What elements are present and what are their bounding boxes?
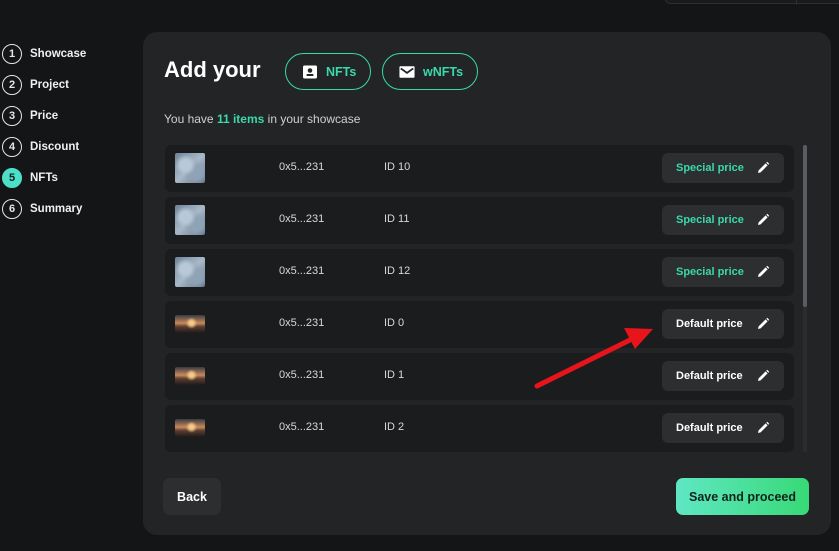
step-project[interactable]: 2 Project [2, 69, 86, 100]
token-id: ID 10 [384, 161, 411, 173]
step-number: 4 [2, 136, 22, 157]
summary-prefix: You have [164, 112, 214, 126]
price-label: Default price [676, 422, 743, 434]
nft-thumbnail [175, 367, 205, 385]
default-price-button[interactable]: Default price [662, 361, 784, 391]
pencil-icon [758, 317, 770, 329]
step-label: Showcase [30, 47, 87, 60]
token-id: ID 12 [384, 265, 411, 277]
step-summary[interactable]: 6 Summary [2, 193, 86, 224]
step-number: 2 [2, 74, 22, 95]
step-label: NFTs [30, 171, 58, 184]
top-dropdown-divider [796, 0, 797, 5]
envelope-icon [399, 65, 415, 78]
scrollbar-thumb[interactable] [803, 145, 807, 307]
price-label: Special price [676, 266, 744, 278]
nft-thumbnail [175, 205, 205, 235]
token-id: ID 1 [384, 369, 405, 381]
default-price-button[interactable]: Default price [662, 309, 784, 339]
default-price-button[interactable]: Default price [662, 413, 784, 443]
tab-nfts[interactable]: NFTs [285, 53, 372, 90]
save-and-proceed-button[interactable]: Save and proceed [676, 478, 809, 515]
id-card-icon [303, 65, 317, 78]
step-label: Project [30, 78, 69, 91]
tab-wnfts[interactable]: wNFTs [382, 53, 479, 90]
token-id: ID 11 [384, 213, 410, 225]
step-number: 6 [2, 198, 22, 219]
contract-address: 0x5...231 [279, 161, 325, 173]
step-discount[interactable]: 4 Discount [2, 131, 86, 162]
step-label: Discount [30, 140, 80, 153]
back-button[interactable]: Back [163, 478, 221, 515]
step-number: 5 [2, 167, 22, 188]
list-scrollbar[interactable] [803, 145, 807, 452]
special-price-button[interactable]: Special price [662, 153, 784, 183]
price-label: Default price [676, 318, 743, 330]
items-count-text: You have 11 items in your showcase [164, 112, 360, 126]
price-label: Default price [676, 370, 743, 382]
nft-thumbnail [175, 153, 205, 183]
list-item: 0x5...231 ID 1 Default price [165, 353, 794, 400]
price-label: Special price [676, 162, 744, 174]
top-dropdown[interactable] [665, 0, 839, 5]
contract-address: 0x5...231 [279, 369, 325, 381]
pencil-icon [758, 369, 770, 381]
list-item: 0x5...231 ID 2 Default price [165, 405, 794, 452]
nft-thumbnail [175, 419, 205, 437]
list-item: 0x5...231 ID 10 Special price [165, 145, 794, 192]
nft-thumbnail [175, 257, 205, 287]
token-id: ID 0 [384, 317, 405, 329]
nft-list[interactable]: 0x5...231 ID 10 Special price 0x5...231 … [165, 145, 794, 452]
contract-address: 0x5...231 [279, 421, 325, 433]
list-item: 0x5...231 ID 0 Default price [165, 301, 794, 348]
tab-label: NFTs [326, 64, 357, 79]
step-number: 1 [2, 43, 22, 64]
special-price-button[interactable]: Special price [662, 257, 784, 287]
nft-thumbnail [175, 315, 205, 333]
step-number: 3 [2, 105, 22, 126]
step-nfts[interactable]: 5 NFTs [2, 162, 86, 193]
list-item: 0x5...231 ID 12 Special price [165, 249, 794, 296]
pencil-icon [758, 161, 770, 173]
items-count: 11 items [216, 112, 265, 126]
contract-address: 0x5...231 [279, 265, 325, 277]
step-showcase[interactable]: 1 Showcase [2, 38, 86, 69]
contract-address: 0x5...231 [279, 317, 325, 329]
step-label: Summary [30, 202, 83, 215]
pencil-icon [758, 265, 770, 277]
price-label: Special price [676, 214, 744, 226]
wizard-steps: 1 Showcase 2 Project 3 Price 4 Discount … [2, 38, 86, 224]
pencil-icon [758, 421, 770, 433]
special-price-button[interactable]: Special price [662, 205, 784, 235]
token-id: ID 2 [384, 421, 405, 433]
tab-label: wNFTs [423, 64, 464, 79]
list-item: 0x5...231 ID 11 Special price [165, 197, 794, 244]
page-title: Add your [164, 57, 261, 82]
contract-address: 0x5...231 [279, 213, 325, 225]
summary-suffix: in your showcase [267, 112, 361, 126]
step-label: Price [30, 109, 59, 122]
step-price[interactable]: 3 Price [2, 100, 86, 131]
nft-selection-panel: Add your NFTs wNFTs You have 11 items in… [143, 32, 831, 535]
pencil-icon [758, 213, 770, 225]
